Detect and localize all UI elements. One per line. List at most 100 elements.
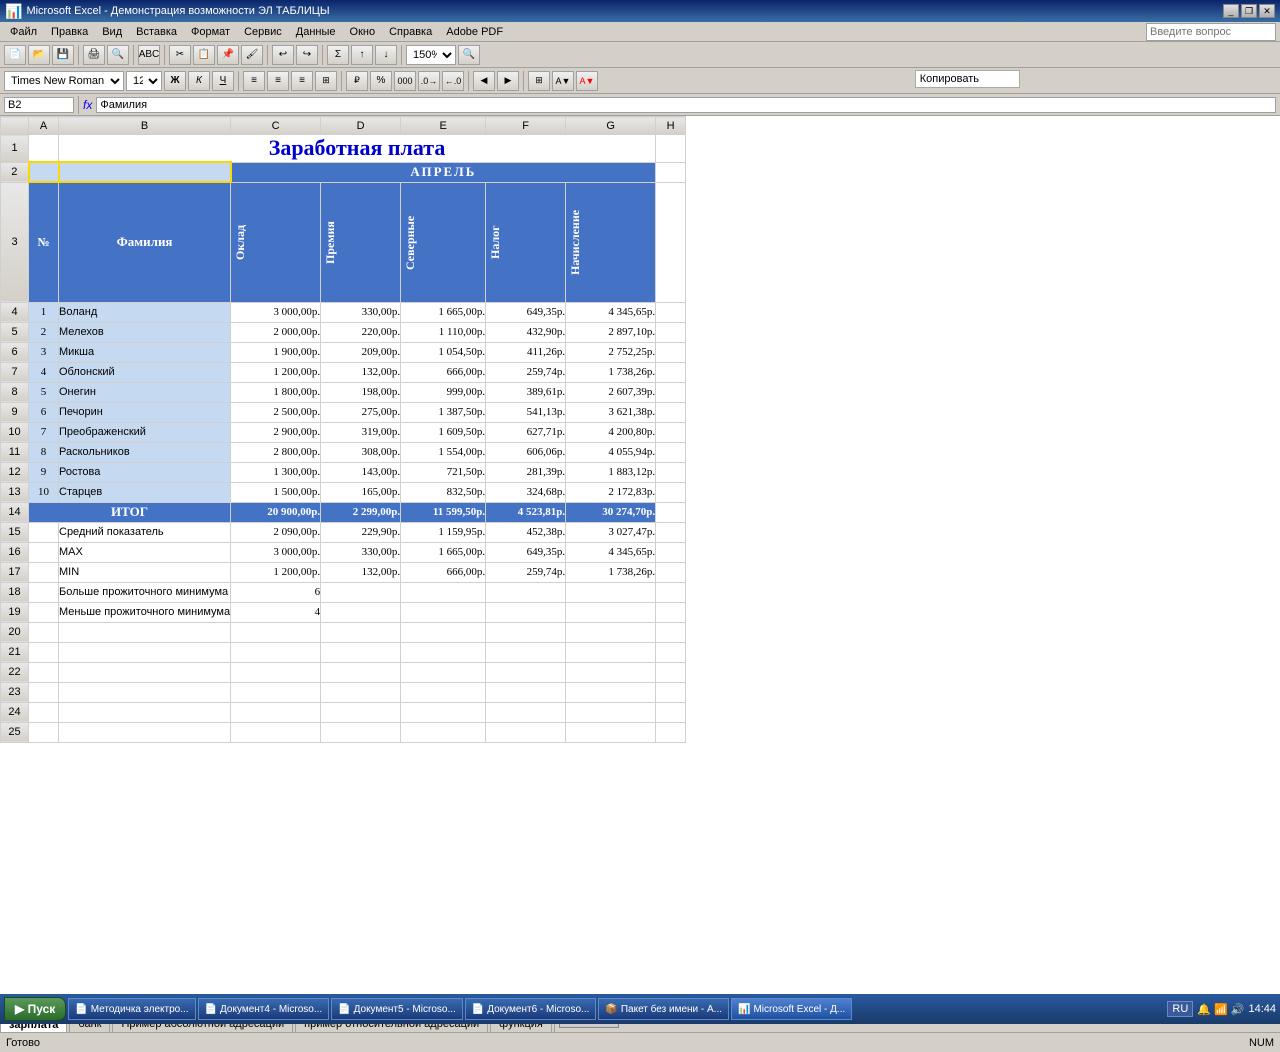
row-header-7[interactable]: 7: [1, 362, 29, 382]
cell-H5[interactable]: [656, 322, 686, 342]
indent-inc[interactable]: ▶: [497, 71, 519, 91]
cell-F11[interactable]: 606,06р.: [486, 442, 566, 462]
cell-E12[interactable]: 721,50р.: [401, 462, 486, 482]
cell-F12[interactable]: 281,39р.: [486, 462, 566, 482]
cell-A6[interactable]: 3: [29, 342, 59, 362]
row-header-2[interactable]: 2: [1, 162, 29, 182]
cell-itog-tax[interactable]: 4 523,81р.: [486, 502, 566, 522]
cell-B9[interactable]: Печорин: [59, 402, 231, 422]
col-header-B[interactable]: B: [59, 117, 231, 135]
cell-itog-bonus[interactable]: 2 299,00р.: [321, 502, 401, 522]
cell-itog-label[interactable]: ИТОГ: [29, 502, 231, 522]
cell-E10[interactable]: 1 609,50р.: [401, 422, 486, 442]
cell-H7[interactable]: [656, 362, 686, 382]
col-header-D[interactable]: D: [321, 117, 401, 135]
cell-F19[interactable]: [486, 602, 566, 622]
row-header-25[interactable]: 25: [1, 722, 29, 742]
cell-G7[interactable]: 1 738,26р.: [566, 362, 656, 382]
sum-button[interactable]: Σ: [327, 45, 349, 65]
cell-B6[interactable]: Микша: [59, 342, 231, 362]
cell-C19[interactable]: 4: [231, 602, 321, 622]
cell-F18[interactable]: [486, 582, 566, 602]
cell-G15[interactable]: 3 027,47р.: [566, 522, 656, 542]
col-header-G[interactable]: G: [566, 117, 656, 135]
align-center[interactable]: ≡: [267, 71, 289, 91]
cell-B16[interactable]: MAX: [59, 542, 231, 562]
cell-D6[interactable]: 209,00р.: [321, 342, 401, 362]
cell-E15[interactable]: 1 159,95р.: [401, 522, 486, 542]
row-header-22[interactable]: 22: [1, 662, 29, 682]
formula-input[interactable]: Фамилия: [96, 97, 1276, 113]
cell-D10[interactable]: 319,00р.: [321, 422, 401, 442]
cell-G4[interactable]: 4 345,65р.: [566, 302, 656, 322]
cell-F13[interactable]: 324,68р.: [486, 482, 566, 502]
cell-C16[interactable]: 3 000,00р.: [231, 542, 321, 562]
menu-view[interactable]: Вид: [96, 25, 128, 39]
cell-D3-header[interactable]: Премия: [321, 182, 401, 302]
cell-A10[interactable]: 7: [29, 422, 59, 442]
cell-C7[interactable]: 1 200,00р.: [231, 362, 321, 382]
row-header-18[interactable]: 18: [1, 582, 29, 602]
col-header-A[interactable]: A: [29, 117, 59, 135]
copy-button[interactable]: 📋: [193, 45, 215, 65]
row-header-13[interactable]: 13: [1, 482, 29, 502]
taskbar-item-2[interactable]: 📄 Документ4 - Microso...: [198, 998, 330, 1020]
row-header-1[interactable]: 1: [1, 135, 29, 163]
cell-E7[interactable]: 666,00р.: [401, 362, 486, 382]
row-header-4[interactable]: 4: [1, 302, 29, 322]
cell-D5[interactable]: 220,00р.: [321, 322, 401, 342]
col-header-E[interactable]: E: [401, 117, 486, 135]
cell-itog-salary[interactable]: 20 900,00р.: [231, 502, 321, 522]
cell-H8[interactable]: [656, 382, 686, 402]
row-header-15[interactable]: 15: [1, 522, 29, 542]
font-select[interactable]: Times New Roman: [4, 71, 124, 91]
cell-B2[interactable]: [59, 162, 231, 182]
minimize-button[interactable]: _: [1223, 4, 1239, 18]
redo-button[interactable]: ↪: [296, 45, 318, 65]
start-button[interactable]: ▶ Пуск: [4, 997, 66, 1021]
help-search[interactable]: [1146, 23, 1276, 41]
cell-A4[interactable]: 1: [29, 302, 59, 322]
row-header-11[interactable]: 11: [1, 442, 29, 462]
cell-B10[interactable]: Преображенский: [59, 422, 231, 442]
row-header-8[interactable]: 8: [1, 382, 29, 402]
spell-button[interactable]: ABC: [138, 45, 160, 65]
taskbar-item-4[interactable]: 📄 Документ6 - Microso...: [465, 998, 597, 1020]
preview-button[interactable]: 🔍: [107, 45, 129, 65]
cell-C4[interactable]: 3 000,00р.: [231, 302, 321, 322]
cell-A16[interactable]: [29, 542, 59, 562]
cell-B3[interactable]: Фамилия: [59, 182, 231, 302]
cell-E4[interactable]: 1 665,00р.: [401, 302, 486, 322]
cell-C11[interactable]: 2 800,00р.: [231, 442, 321, 462]
cell-A8[interactable]: 5: [29, 382, 59, 402]
col-header-H[interactable]: H: [656, 117, 686, 135]
cell-H15[interactable]: [656, 522, 686, 542]
row-header-21[interactable]: 21: [1, 642, 29, 662]
cell-H13[interactable]: [656, 482, 686, 502]
cell-A13[interactable]: 10: [29, 482, 59, 502]
merge-center[interactable]: ⊞: [315, 71, 337, 91]
cell-E3-header[interactable]: Северные: [401, 182, 486, 302]
cell-F7[interactable]: 259,74р.: [486, 362, 566, 382]
indent-dec[interactable]: ◀: [473, 71, 495, 91]
row-header-24[interactable]: 24: [1, 702, 29, 722]
cell-A12[interactable]: 9: [29, 462, 59, 482]
cell-A2[interactable]: [29, 162, 59, 182]
cell-B13[interactable]: Старцев: [59, 482, 231, 502]
cell-H2[interactable]: [656, 162, 686, 182]
cell-D15[interactable]: 229,90р.: [321, 522, 401, 542]
menu-edit[interactable]: Правка: [45, 25, 94, 39]
cell-H18[interactable]: [656, 582, 686, 602]
print-button[interactable]: 🖨: [83, 45, 105, 65]
cell-H17[interactable]: [656, 562, 686, 582]
cell-F17[interactable]: 259,74р.: [486, 562, 566, 582]
cell-F3-header[interactable]: Налог: [486, 182, 566, 302]
cell-D11[interactable]: 308,00р.: [321, 442, 401, 462]
grid-wrapper[interactable]: A B C D E F G H 1 Заработная плата: [0, 116, 1280, 1010]
zoom-btn[interactable]: 🔍: [458, 45, 480, 65]
undo-button[interactable]: ↩: [272, 45, 294, 65]
cell-A3[interactable]: №: [29, 182, 59, 302]
cell-B18[interactable]: Больше прожиточного минимума: [59, 582, 231, 602]
cell-H1[interactable]: [656, 135, 686, 163]
cell-E19[interactable]: [401, 602, 486, 622]
